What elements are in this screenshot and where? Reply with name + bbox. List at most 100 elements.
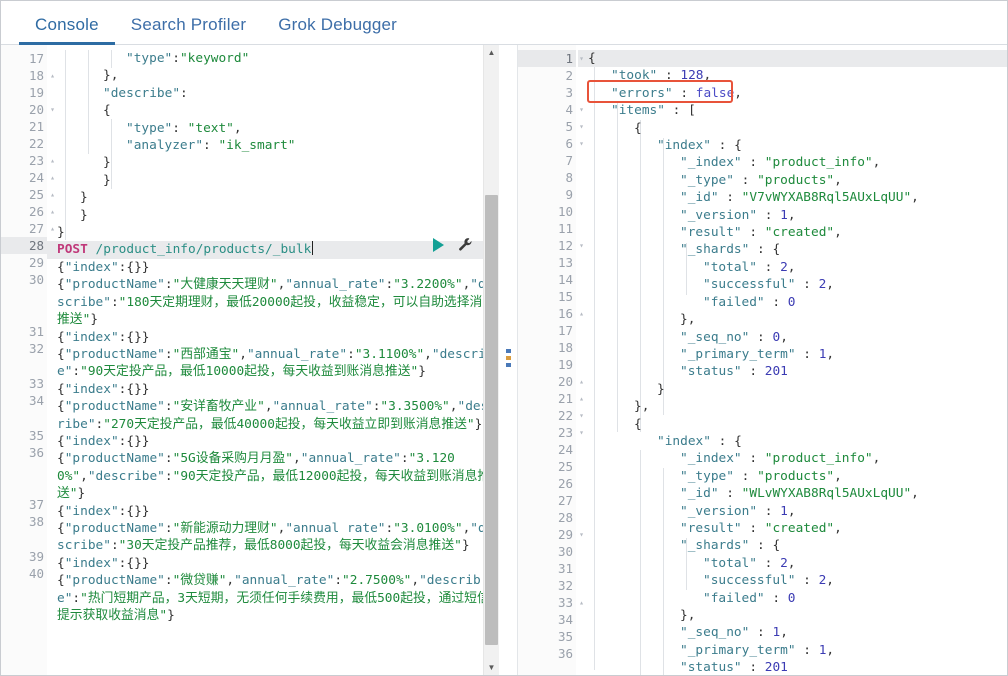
code-line[interactable]: "describe": <box>57 85 499 102</box>
play-icon[interactable] <box>433 237 444 252</box>
code-line[interactable]: "_shards" : { <box>588 241 1007 258</box>
code-line[interactable]: } <box>57 172 499 189</box>
code-token: "type" <box>126 120 173 136</box>
code-line[interactable]: { <box>588 120 1007 137</box>
code-line[interactable]: "type": "text", <box>57 120 499 137</box>
code-line[interactable]: {"index":{}} <box>57 259 499 276</box>
fold-open-icon[interactable]: ▾ <box>576 237 587 254</box>
code-line[interactable]: "index" : { <box>588 433 1007 450</box>
code-line[interactable]: "_index" : "product_info", <box>588 154 1007 171</box>
code-line[interactable]: {"index":{}} <box>57 555 499 572</box>
line-number: 30 <box>28 272 44 287</box>
code-line[interactable]: "status" : 201 <box>588 363 1007 380</box>
fold-closed-icon[interactable]: ▴ <box>47 203 58 220</box>
code-line[interactable]: "items" : [ <box>588 102 1007 119</box>
fold-closed-icon[interactable]: ▴ <box>47 152 58 169</box>
request-scrollbar[interactable]: ▲ ▼ <box>483 45 499 675</box>
scrollbar-thumb[interactable] <box>485 195 498 645</box>
code-line[interactable]: "_version" : 1, <box>588 207 1007 224</box>
code-line[interactable]: "_shards" : { <box>588 537 1007 554</box>
code-line[interactable]: } <box>57 154 499 171</box>
code-line[interactable]: {"index":{}} <box>57 433 499 450</box>
code-token: }, <box>634 399 650 415</box>
fold-open-icon[interactable]: ▾ <box>576 135 587 152</box>
code-line[interactable]: "failed" : 0 <box>588 590 1007 607</box>
code-line[interactable]: {"index":{}} <box>57 503 499 520</box>
code-line[interactable]: "result" : "created", <box>588 520 1007 537</box>
request-editor[interactable]: 17 18 ▴ 19 20 ▾ 21 22 23 ▴ 24 ▴ 25 ▴ 26 ▴ 27 ▴ 28 29 30 31 32 3… <box>1 45 499 675</box>
fold-open-icon[interactable]: ▾ <box>576 50 587 67</box>
code-line[interactable]: {"productName":"新能源动力理财","annual rate":"… <box>57 520 499 555</box>
code-line[interactable]: "analyzer": "ik_smart" <box>57 137 499 154</box>
code-line[interactable]: { <box>57 102 499 119</box>
code-line[interactable]: "result" : "created", <box>588 224 1007 241</box>
line-number: 14 <box>557 272 573 287</box>
code-line[interactable]: "took" : 128, <box>588 67 1007 84</box>
code-line[interactable]: {"productName":"西部通宝","annual_rate":"3.1… <box>57 346 499 381</box>
fold-open-icon[interactable]: ▾ <box>576 407 587 424</box>
code-token: : <box>672 85 696 101</box>
code-line[interactable]: "type":"keyword" <box>57 50 499 67</box>
code-line[interactable]: "_type" : "products", <box>588 468 1007 485</box>
drag-handle-icon[interactable] <box>506 349 511 371</box>
code-line[interactable]: {"productName":"微贷赚","annual_rate":"2.75… <box>57 572 499 624</box>
fold-open-icon[interactable]: ▾ <box>576 101 587 118</box>
tab-grok-debugger[interactable]: Grok Debugger <box>262 16 413 45</box>
scroll-down-arrow[interactable]: ▼ <box>484 660 499 675</box>
code-line[interactable]: "_seq_no" : 0, <box>588 329 1007 346</box>
fold-closed-icon[interactable]: ▴ <box>576 305 587 322</box>
fold-closed-icon[interactable]: ▴ <box>47 67 58 84</box>
fold-closed-icon[interactable]: ▴ <box>576 594 587 611</box>
fold-closed-icon[interactable]: ▴ <box>47 169 58 186</box>
code-line[interactable]: }, <box>588 311 1007 328</box>
tab-console[interactable]: Console <box>19 16 115 45</box>
code-token: : <box>756 259 781 275</box>
fold-closed-icon[interactable]: ▴ <box>576 390 587 407</box>
tab-search-profiler[interactable]: Search Profiler <box>115 16 262 45</box>
code-line[interactable]: "_primary_term" : 1, <box>588 642 1007 659</box>
code-line[interactable]: "_seq_no" : 1, <box>588 624 1007 641</box>
fold-open-icon[interactable]: ▾ <box>576 424 587 441</box>
code-line[interactable]: } <box>57 207 499 224</box>
code-line[interactable]: } <box>588 381 1007 398</box>
response-editor[interactable]: 1 ▾ 2 3 4 ▾ 5 ▾ 6 ▾ 7 8 9 10 11 12 ▾ 13 14 15 16 ▴ 17 18 19 20 ▴ 21… <box>518 45 1007 675</box>
pane-divider[interactable] <box>499 45 517 675</box>
code-line[interactable]: "_type" : "products", <box>588 172 1007 189</box>
code-line[interactable]: "total" : 2, <box>588 555 1007 572</box>
code-token: {}} <box>126 503 150 519</box>
code-line[interactable]: "total" : 2, <box>588 259 1007 276</box>
code-line[interactable]: "_primary_term" : 1, <box>588 346 1007 363</box>
code-line[interactable]: "_index" : "product_info", <box>588 450 1007 467</box>
request-code-area[interactable]: "type":"keyword"}, "describe":{"type": "t… <box>47 45 499 675</box>
fold-open-icon[interactable]: ▾ <box>47 101 58 118</box>
code-line[interactable]: "_version" : 1, <box>588 503 1007 520</box>
code-line[interactable]: "errors" : false, <box>588 85 1007 102</box>
code-line[interactable]: {"productName":"5G设备采购月月盈","annual_rate"… <box>57 450 499 502</box>
fold-open-icon[interactable]: ▾ <box>576 118 587 135</box>
code-line[interactable]: {"index":{}} <box>57 329 499 346</box>
code-line[interactable]: "_id" : "V7vWYXAB8Rql5AUxLqUU", <box>588 189 1007 206</box>
code-line[interactable]: {"productName":"安详畜牧产业","annual_rate":"3… <box>57 398 499 433</box>
fold-closed-icon[interactable]: ▴ <box>576 373 587 390</box>
code-token: "3.1100%" <box>354 346 425 362</box>
code-line[interactable]: {"productName":"大健康天天理财","annual_rate":"… <box>57 276 499 328</box>
code-line[interactable]: {"index":{}} <box>57 381 499 398</box>
code-line[interactable]: } <box>57 189 499 206</box>
code-line[interactable]: { <box>588 416 1007 433</box>
code-line[interactable]: }, <box>57 67 499 84</box>
code-line[interactable]: }, <box>588 398 1007 415</box>
response-code-area[interactable]: {"took" : 128, "errors" : false, "items" :… <box>576 45 1007 675</box>
code-line[interactable]: "successful" : 2, <box>588 276 1007 293</box>
code-line[interactable]: { <box>578 50 1007 68</box>
code-line[interactable]: "_id" : "WLvWYXAB8Rql5AUxLqUU", <box>588 485 1007 502</box>
fold-closed-icon[interactable]: ▴ <box>47 186 58 203</box>
code-line[interactable]: }, <box>588 607 1007 624</box>
fold-closed-icon[interactable]: ▴ <box>47 220 58 237</box>
code-line[interactable]: "index" : { <box>588 137 1007 154</box>
code-line[interactable]: "status" : 201 <box>588 659 1007 675</box>
fold-open-icon[interactable]: ▾ <box>576 526 587 543</box>
code-line[interactable]: "successful" : 2, <box>588 572 1007 589</box>
scroll-up-arrow[interactable]: ▲ <box>484 45 499 60</box>
wrench-icon[interactable] <box>458 237 473 252</box>
code-line[interactable]: "failed" : 0 <box>588 294 1007 311</box>
